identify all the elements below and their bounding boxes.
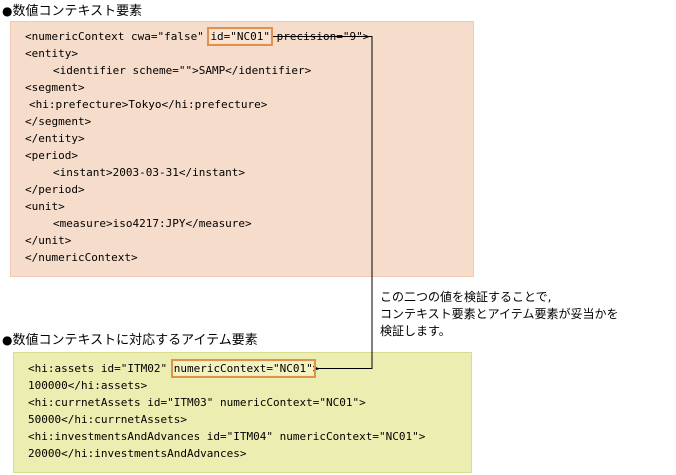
note-line: この二つの値を検証することで, [380,290,552,304]
note-line: コンテキスト要素とアイテム要素が妥当かを [380,307,619,321]
code-line: 100000</hi:assets> [28,379,148,392]
context-code-box: <numericContext cwa="false" id="NC01" pr… [10,21,474,277]
code-line: <period> [25,149,78,162]
code-line: </segment> [25,115,92,128]
code-text: <hi:assets id="ITM02" [28,362,174,375]
code-text: precision="9"> [270,30,370,43]
code-line: 20000</hi:investmentsAndAdvances> [28,447,247,460]
code-line: <hi:investmentsAndAdvances id="ITM04" nu… [28,430,426,443]
code-text: > [312,362,320,375]
code-line: <hi:currnetAssets id="ITM03" numericCont… [28,396,366,409]
code-text: <numericContext cwa="false" [25,30,211,43]
code-line: </entity> [25,132,85,145]
context-heading-text: 数値コンテキスト要素 [12,4,143,19]
code-line: <unit> [25,200,65,213]
code-line: <numericContext cwa="false" id="NC01" pr… [25,27,370,46]
bullet-icon: ● [2,333,13,347]
code-line: </period> [25,183,85,196]
code-line: <hi:assets id="ITM02" numericContext="NC… [28,359,320,378]
code-line: <segment> [25,81,85,94]
code-line: <identifier scheme="">SAMP</identifier> [53,64,312,77]
context-heading: ●数値コンテキスト要素 [2,3,142,20]
code-line: <measure>iso4217:JPY</measure> [53,217,252,230]
validation-note: この二つの値を検証することで, コンテキスト要素とアイテム要素が妥当かを 検証し… [380,289,618,340]
item-code-box: <hi:assets id="ITM02" numericContext="NC… [13,352,472,473]
item-context-ref-highlight: numericContext="NC01" [170,359,316,378]
code-line: <hi:prefecture>Tokyo</hi:prefecture> [29,98,268,111]
code-line: 50000</hi:currnetAssets> [28,413,187,426]
note-line: 検証します。 [380,324,451,338]
context-id-highlight: id="NC01" [207,27,274,46]
code-line: </unit> [25,234,72,247]
code-line: <instant>2003-03-31</instant> [53,166,246,179]
bullet-icon: ● [2,4,13,18]
item-heading-text: 数値コンテキストに対応するアイテム要素 [12,333,258,348]
code-line: </numericContext> [25,251,138,264]
code-line: <entity> [25,47,78,60]
item-heading: ●数値コンテキストに対応するアイテム要素 [2,332,258,349]
